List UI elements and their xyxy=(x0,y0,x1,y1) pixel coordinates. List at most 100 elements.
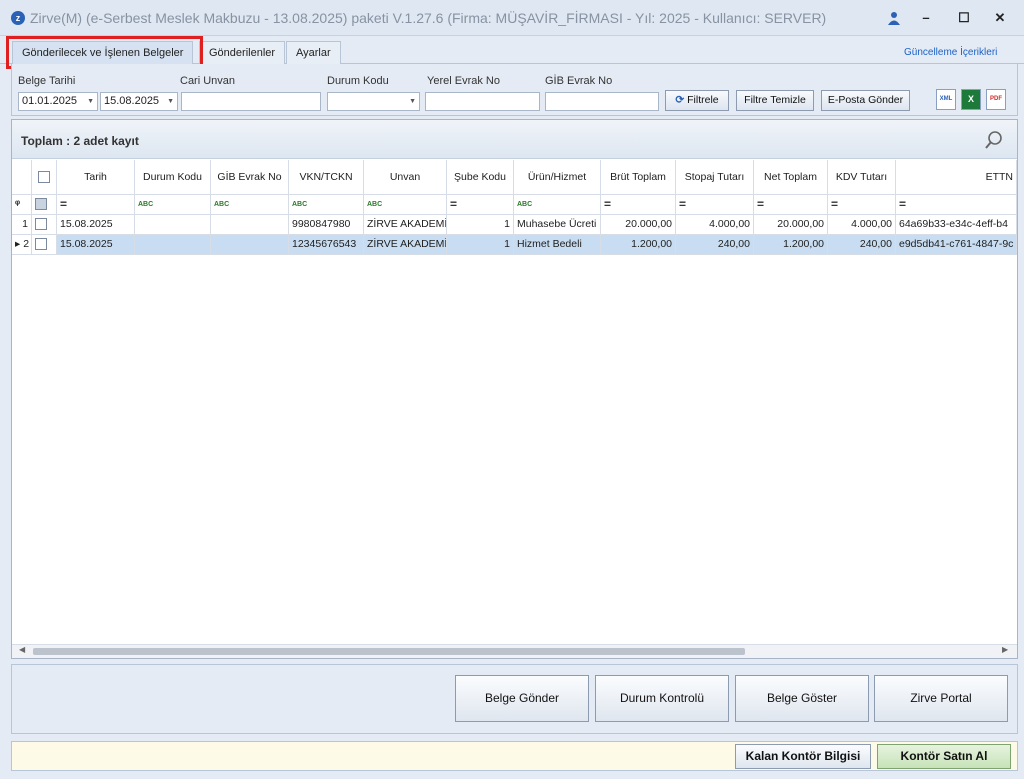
kalan-kontor-button[interactable]: Kalan Kontör Bilgisi xyxy=(735,744,871,769)
durum-kontrolu-button[interactable]: Durum Kontrolü xyxy=(595,675,729,722)
cell-sube-kodu: 1 xyxy=(447,235,514,254)
updates-link[interactable]: Güncelleme İçerikleri xyxy=(904,47,997,58)
zirve-portal-button[interactable]: Zirve Portal xyxy=(874,675,1008,722)
row-checkbox[interactable] xyxy=(32,235,57,254)
cell-unvan: ZİRVE AKADEMİ xyxy=(364,215,447,234)
chevron-down-icon: ▼ xyxy=(409,98,416,105)
col-header-vkn-tckn[interactable]: VKN/TCKN xyxy=(289,160,364,194)
cell-unvan: ZİRVE AKADEMİ xyxy=(364,235,447,254)
cell-gib-evrak-no xyxy=(211,235,289,254)
filter-urun-hizmet[interactable]: ABC xyxy=(514,195,601,214)
cell-kdv-tutari: 240,00 xyxy=(828,235,896,254)
cell-durum-kodu xyxy=(135,235,211,254)
date-to-field[interactable]: 15.08.2025 ▼ xyxy=(100,92,178,111)
gib-evrak-label: GİB Evrak No xyxy=(545,75,613,87)
scroll-right-icon[interactable]: ▶ xyxy=(1002,645,1008,654)
filter-unvan[interactable]: ABC xyxy=(364,195,447,214)
filter-gib-evrak-no[interactable]: ABC xyxy=(211,195,289,214)
app-logo-icon: z xyxy=(11,11,25,25)
tab-gonderilenler[interactable]: Gönderilenler xyxy=(199,41,286,64)
cell-urun-hizmet: Muhasebe Ücreti xyxy=(514,215,601,234)
cell-tarih: 15.08.2025 xyxy=(57,215,135,234)
filter-kdv-tutari[interactable]: = xyxy=(828,195,896,214)
table-row[interactable]: 1 15.08.2025 9980847980 ZİRVE AKADEMİ 1 … xyxy=(12,215,1017,235)
col-header-durum-kodu[interactable]: Durum Kodu xyxy=(135,160,211,194)
scroll-left-icon[interactable]: ◀ xyxy=(19,645,25,654)
grid-filter-row: ᵠ = ABC ABC ABC ABC = ABC = = = = = xyxy=(12,195,1017,215)
durum-kodu-select[interactable]: ▼ xyxy=(327,92,420,111)
cell-vkn-tckn: 9980847980 xyxy=(289,215,364,234)
grid-header-row: Tarih Durum Kodu GİB Evrak No VKN/TCKN U… xyxy=(12,160,1017,195)
col-header-tarih[interactable]: Tarih xyxy=(57,160,135,194)
table-row[interactable]: ▸ 2 15.08.2025 12345676543 ZİRVE AKADEMİ… xyxy=(12,235,1017,255)
cell-ettn: e9d5db41-c761-4847-9c xyxy=(896,235,1017,254)
belge-tarihi-label: Belge Tarihi xyxy=(18,75,76,87)
refresh-icon: ⟳ xyxy=(675,94,685,106)
filter-ettn[interactable]: = xyxy=(896,195,1017,214)
select-all-checkbox[interactable] xyxy=(32,160,57,194)
grid-group-bar xyxy=(12,120,1017,159)
search-icon[interactable] xyxy=(984,130,1004,150)
belge-gonder-button[interactable]: Belge Gönder xyxy=(455,675,589,722)
xml-export-icon[interactable]: XML xyxy=(936,89,956,110)
filter-stopaj-tutari[interactable]: = xyxy=(676,195,754,214)
date-from-field[interactable]: 01.01.2025 ▼ xyxy=(18,92,98,111)
scrollbar-thumb[interactable] xyxy=(33,648,745,655)
col-header-stopaj-tutari[interactable]: Stopaj Tutarı xyxy=(676,160,754,194)
col-header-ettn[interactable]: ETTN xyxy=(896,160,1017,194)
pin-icon: ᵠ xyxy=(12,195,32,214)
filter-brut-toplam[interactable]: = xyxy=(601,195,676,214)
col-header-kdv-tutari[interactable]: KDV Tutarı xyxy=(828,160,896,194)
eposta-gonder-button[interactable]: E-Posta Gönder xyxy=(821,90,910,111)
col-header-gib-evrak-no[interactable]: GİB Evrak No xyxy=(211,160,289,194)
cell-urun-hizmet: Hizmet Bedeli xyxy=(514,235,601,254)
row-number: 1 xyxy=(12,215,32,234)
chevron-down-icon: ▼ xyxy=(167,98,174,105)
filtre-temizle-button[interactable]: Filtre Temizle xyxy=(736,90,814,111)
filter-sube-kodu[interactable]: = xyxy=(447,195,514,214)
durum-kodu-label: Durum Kodu xyxy=(327,75,389,87)
cell-kdv-tutari: 4.000,00 xyxy=(828,215,896,234)
kontor-satin-al-button[interactable]: Kontör Satın Al xyxy=(877,744,1011,769)
filter-vkn-tckn[interactable]: ABC xyxy=(289,195,364,214)
filter-net-toplam[interactable]: = xyxy=(754,195,828,214)
col-header-urun-hizmet[interactable]: Ürün/Hizmet xyxy=(514,160,601,194)
cell-ettn: 64a69b33-e34c-4eff-b4 xyxy=(896,215,1017,234)
col-header-brut-toplam[interactable]: Brüt Toplam xyxy=(601,160,676,194)
cell-vkn-tckn: 12345676543 xyxy=(289,235,364,254)
cari-unvan-input[interactable] xyxy=(181,92,321,111)
row-pointer-icon: ▸ xyxy=(15,238,21,250)
cell-tarih: 15.08.2025 xyxy=(57,235,135,254)
minimize-button[interactable]: – xyxy=(913,8,939,28)
pdf-export-icon[interactable]: PDF xyxy=(986,89,1006,110)
col-header-net-toplam[interactable]: Net Toplam xyxy=(754,160,828,194)
record-count: Toplam : 2 adet kayıt xyxy=(21,134,139,148)
row-number: ▸ 2 xyxy=(12,235,32,254)
filter-checkbox[interactable] xyxy=(32,195,57,214)
chevron-down-icon: ▼ xyxy=(87,98,94,105)
gib-evrak-input[interactable] xyxy=(545,92,659,111)
excel-export-icon[interactable]: X xyxy=(961,89,981,110)
maximize-button[interactable]: ☐ xyxy=(951,8,977,28)
cell-net-toplam: 1.200,00 xyxy=(754,235,828,254)
row-indicator-header xyxy=(12,160,32,194)
filtrele-button[interactable]: ⟳ Filtrele xyxy=(665,90,729,111)
cell-stopaj-tutari: 4.000,00 xyxy=(676,215,754,234)
cell-durum-kodu xyxy=(135,215,211,234)
yerel-evrak-label: Yerel Evrak No xyxy=(427,75,500,87)
user-icon[interactable] xyxy=(887,11,901,25)
cell-sube-kodu: 1 xyxy=(447,215,514,234)
filter-tarih[interactable]: = xyxy=(57,195,135,214)
belge-goster-button[interactable]: Belge Göster xyxy=(735,675,869,722)
yerel-evrak-input[interactable] xyxy=(425,92,540,111)
close-button[interactable]: ✕ xyxy=(987,8,1013,28)
row-checkbox[interactable] xyxy=(32,215,57,234)
col-header-sube-kodu[interactable]: Şube Kodu xyxy=(447,160,514,194)
cell-stopaj-tutari: 240,00 xyxy=(676,235,754,254)
cell-brut-toplam: 1.200,00 xyxy=(601,235,676,254)
cell-gib-evrak-no xyxy=(211,215,289,234)
col-header-unvan[interactable]: Unvan xyxy=(364,160,447,194)
filter-durum-kodu[interactable]: ABC xyxy=(135,195,211,214)
cari-unvan-label: Cari Unvan xyxy=(180,75,236,87)
tab-ayarlar[interactable]: Ayarlar xyxy=(286,41,341,64)
